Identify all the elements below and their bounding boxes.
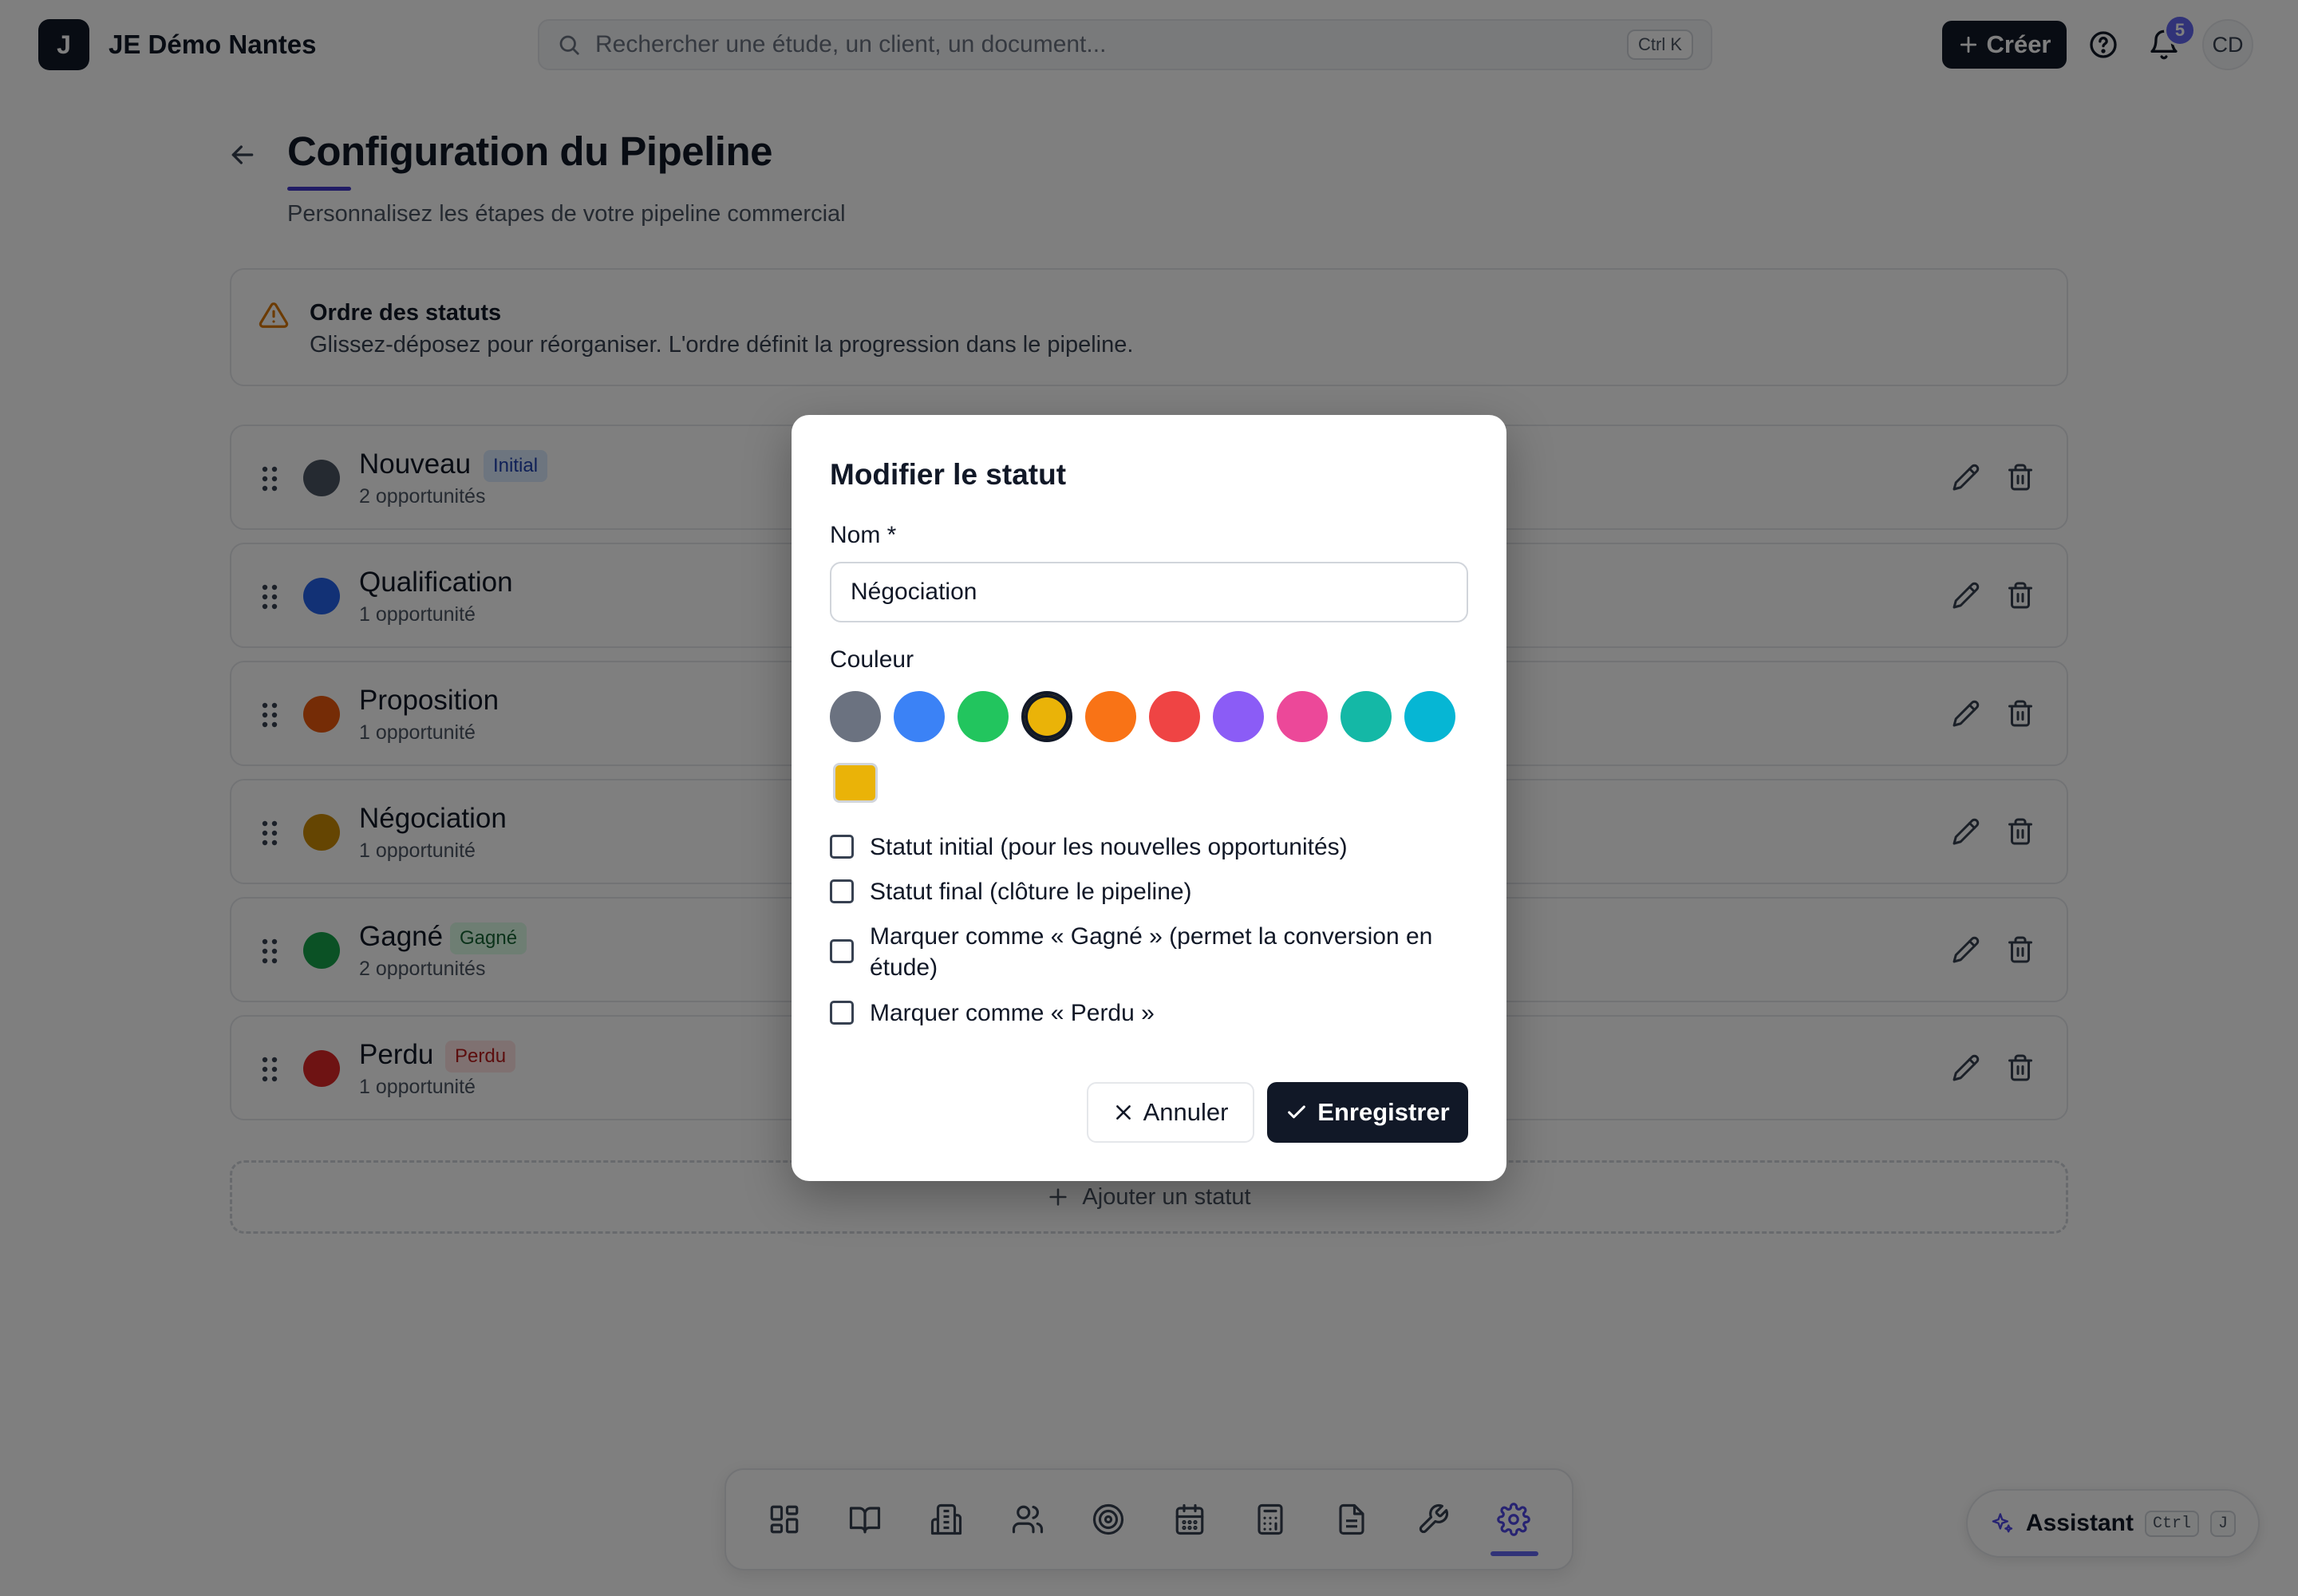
checkbox-label-initial[interactable]: Statut initial (pour les nouvelles oppor… xyxy=(870,832,1348,863)
check-icon xyxy=(1288,1105,1306,1119)
save-button-label: Enregistrer xyxy=(1317,1098,1450,1126)
color-swatch-red[interactable] xyxy=(1149,691,1200,742)
color-swatch-gray[interactable] xyxy=(830,691,881,742)
color-swatch-cyan[interactable] xyxy=(1404,691,1455,742)
checkbox-row-initial[interactable]: Statut initial (pour les nouvelles oppor… xyxy=(830,832,1468,863)
checkbox-won[interactable] xyxy=(830,939,854,963)
status-name-input[interactable] xyxy=(830,562,1468,622)
checkbox-label-final[interactable]: Statut final (clôture le pipeline) xyxy=(870,876,1192,907)
checkbox-final[interactable] xyxy=(830,879,854,903)
close-icon xyxy=(1115,1105,1131,1120)
cancel-button[interactable]: Annuler xyxy=(1087,1082,1254,1143)
color-swatch-yellow[interactable] xyxy=(1021,691,1072,742)
checkbox-lost[interactable] xyxy=(830,1001,854,1025)
color-swatch-pink[interactable] xyxy=(1277,691,1328,742)
checkbox-initial[interactable] xyxy=(830,835,854,859)
save-button[interactable]: Enregistrer xyxy=(1267,1082,1468,1143)
checkbox-row-final[interactable]: Statut final (clôture le pipeline) xyxy=(830,876,1468,907)
edit-status-dialog: Modifier le statut Nom * Couleur Statut … xyxy=(792,415,1506,1181)
color-swatch-purple[interactable] xyxy=(1213,691,1264,742)
name-label: Nom * xyxy=(830,522,897,548)
color-swatch-blue[interactable] xyxy=(894,691,945,742)
color-swatch-teal[interactable] xyxy=(1340,691,1392,742)
custom-color-picker[interactable] xyxy=(833,763,878,803)
color-swatch-orange[interactable] xyxy=(1085,691,1136,742)
checkbox-label-won[interactable]: Marquer comme « Gagné » (permet la conve… xyxy=(870,921,1468,983)
color-swatch-green[interactable] xyxy=(958,691,1009,742)
dialog-title: Modifier le statut xyxy=(830,458,1067,491)
cancel-button-label: Annuler xyxy=(1143,1098,1229,1126)
checkbox-label-lost[interactable]: Marquer comme « Perdu » xyxy=(870,998,1155,1029)
checkbox-row-won[interactable]: Marquer comme « Gagné » (permet la conve… xyxy=(830,921,1468,983)
color-label: Couleur xyxy=(830,646,914,673)
checkbox-row-lost[interactable]: Marquer comme « Perdu » xyxy=(830,998,1468,1029)
